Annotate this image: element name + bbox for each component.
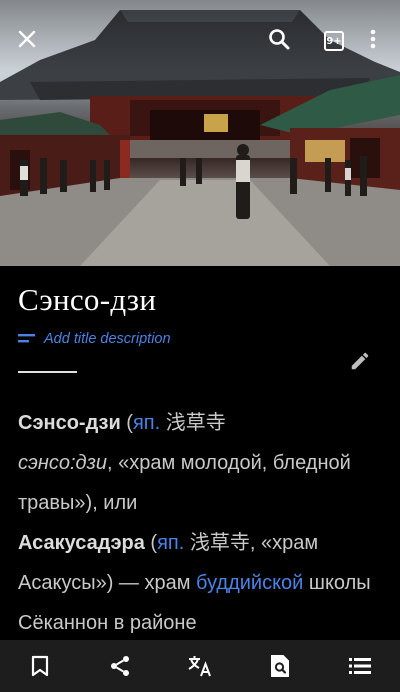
- translate-button[interactable]: [178, 644, 222, 688]
- short-text-icon: [18, 334, 35, 343]
- japanese-language-link[interactable]: яп.: [133, 412, 160, 434]
- bookmark-button[interactable]: [18, 644, 62, 688]
- close-icon: [18, 30, 36, 48]
- bold-term: Асакусадэра: [18, 532, 145, 554]
- japanese-language-link[interactable]: яп.: [157, 532, 184, 554]
- translate-icon: [188, 656, 211, 677]
- search-button[interactable]: [262, 22, 296, 56]
- close-button[interactable]: [10, 22, 44, 56]
- pencil-icon: [351, 352, 369, 370]
- bold-term: Сэнсо-дзи: [18, 412, 121, 434]
- contents-icon: [349, 658, 371, 674]
- tabs-button[interactable]: 9+: [324, 31, 344, 51]
- buddhist-link[interactable]: буддийской: [196, 572, 303, 594]
- bookmark-icon: [31, 655, 49, 677]
- more-vert-icon: [370, 29, 376, 49]
- contents-button[interactable]: [338, 644, 382, 688]
- more-options-button[interactable]: [356, 22, 390, 56]
- add-description-link[interactable]: Add title description: [18, 331, 171, 347]
- share-button[interactable]: [98, 644, 142, 688]
- page-title: Сэнсо-дзи: [18, 282, 157, 317]
- kanji-text: 浅草寺: [184, 532, 250, 554]
- romanization: сэнсо:дзи: [18, 452, 107, 474]
- add-description-label: Add title description: [44, 331, 171, 347]
- text: (: [120, 412, 133, 434]
- find-in-page-icon: [271, 655, 289, 677]
- title-divider: [18, 371, 77, 373]
- edit-button[interactable]: [346, 347, 374, 375]
- text: (: [144, 532, 158, 554]
- kanji-text: 浅草寺: [160, 412, 226, 434]
- bottom-action-bar: [0, 640, 400, 692]
- article-paragraph: Сэнсо-дзи (яп. 浅草寺 сэнсо:дзи, «храм моло…: [18, 403, 388, 643]
- search-icon: [269, 29, 290, 50]
- share-icon: [111, 656, 129, 676]
- tabs-count: 9+: [326, 35, 342, 47]
- find-in-page-button[interactable]: [258, 644, 302, 688]
